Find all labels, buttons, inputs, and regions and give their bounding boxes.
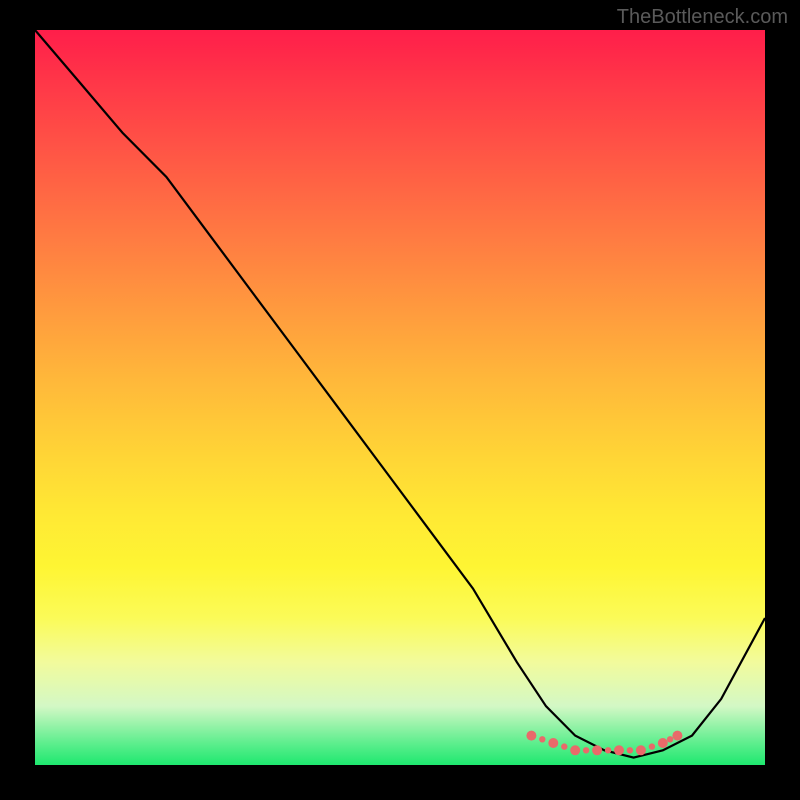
- marker-dot: [548, 738, 558, 748]
- marker-dot-small: [667, 736, 673, 742]
- marker-dot-small: [627, 747, 633, 753]
- watermark-text: TheBottleneck.com: [617, 6, 788, 29]
- marker-dot: [672, 731, 682, 741]
- marker-dot-small: [583, 747, 589, 753]
- chart-svg: [35, 30, 765, 765]
- marker-dot: [592, 745, 602, 755]
- chart-plot-area: [35, 30, 765, 765]
- marker-dot-small: [605, 747, 611, 753]
- marker-dot-small: [561, 743, 567, 749]
- marker-dot: [526, 731, 536, 741]
- marker-dot: [570, 745, 580, 755]
- bottleneck-curve-path: [35, 30, 765, 758]
- marker-dot-small: [539, 736, 545, 742]
- marker-dot: [614, 745, 624, 755]
- marker-dot: [636, 745, 646, 755]
- marker-dot-small: [649, 743, 655, 749]
- marker-dot: [658, 738, 668, 748]
